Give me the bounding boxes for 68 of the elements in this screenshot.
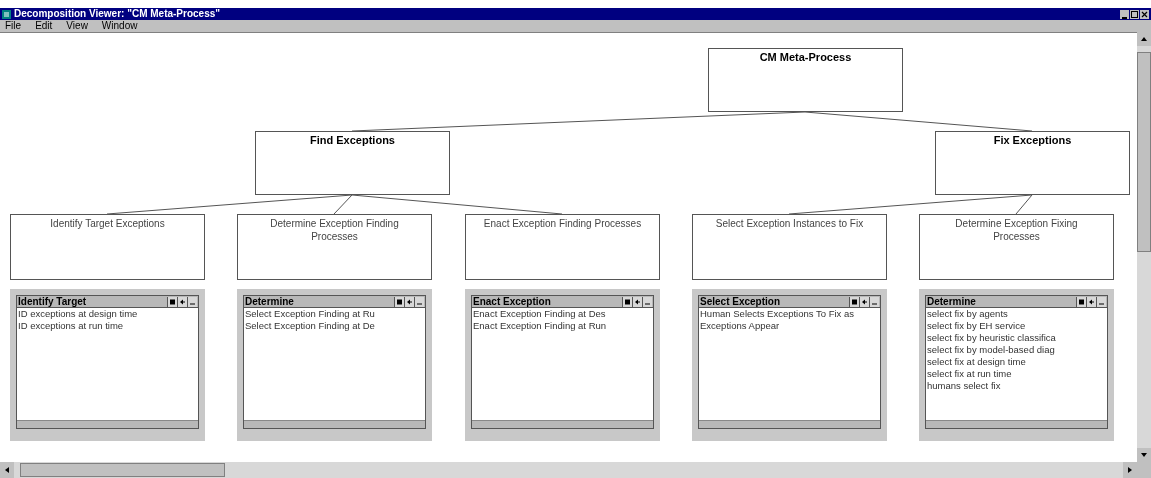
panel-title: Enact Exception: [473, 295, 552, 308]
minus-icon[interactable]: [642, 296, 652, 307]
node-label: Select Exception Instances to Fix: [715, 217, 864, 230]
list-item[interactable]: select fix by model-based diag: [927, 344, 1107, 356]
panel-title: Determine: [927, 295, 977, 308]
node-label: Enact Exception Finding Processes: [483, 217, 642, 230]
square-icon[interactable]: [167, 296, 177, 307]
panel-scrollbar[interactable]: [926, 420, 1107, 428]
panel-scrollbar[interactable]: [17, 420, 198, 428]
process-node[interactable]: Identify Target Exceptions: [10, 214, 205, 280]
list-item[interactable]: select fix at run time: [927, 368, 1107, 380]
window-title: Decomposition Viewer: "CM Meta-Process": [14, 8, 220, 20]
list-item[interactable]: Select Exception Finding at De: [245, 320, 425, 332]
menu-item[interactable]: Window: [101, 20, 138, 32]
panel-scrollbar[interactable]: [472, 420, 653, 428]
list-item[interactable]: select fix by heuristic classifica: [927, 332, 1107, 344]
process-node[interactable]: Determine Exception Fixing Processes: [919, 214, 1114, 280]
list-item[interactable]: Enact Exception Finding at Des: [473, 308, 653, 320]
list-item[interactable]: Enact Exception Finding at Run: [473, 320, 653, 332]
node-label: Identify Target Exceptions: [50, 217, 165, 230]
app-icon: [2, 9, 11, 19]
square-icon[interactable]: [1076, 296, 1086, 307]
menu-item[interactable]: View: [66, 20, 88, 32]
panel-title: Determine: [245, 295, 295, 308]
menu-item[interactable]: File: [5, 20, 22, 32]
process-node[interactable]: Select Exception Instances to Fix: [692, 214, 887, 280]
list-item[interactable]: select fix by agents: [927, 308, 1107, 320]
menu-item[interactable]: Edit: [35, 20, 53, 32]
node-label: Determine Exception Finding Processes: [269, 217, 400, 243]
minus-icon[interactable]: [1096, 296, 1106, 307]
square-icon[interactable]: [849, 296, 859, 307]
list-item[interactable]: select fix by EH service: [927, 320, 1107, 332]
horizontal-scrollbar[interactable]: [0, 462, 1151, 478]
minimize-button[interactable]: [1120, 9, 1129, 19]
panel-scrollbar[interactable]: [699, 420, 880, 428]
maximize-button[interactable]: [1130, 9, 1139, 19]
close-icon: [1141, 10, 1148, 18]
panel-title: Identify Target: [18, 295, 88, 308]
process-node[interactable]: Fix Exceptions: [935, 131, 1130, 195]
process-node[interactable]: Find Exceptions: [255, 131, 450, 195]
close-button[interactable]: [1140, 9, 1149, 19]
node-label: Find Exceptions: [310, 134, 395, 147]
square-icon[interactable]: [622, 296, 632, 307]
scroll-down-icon[interactable]: [1137, 448, 1151, 462]
scroll-thumb[interactable]: [1137, 52, 1151, 252]
list-item[interactable]: select fix at design time: [927, 356, 1107, 368]
panel-title: Select Exception: [700, 295, 782, 308]
list-item[interactable]: humans select fix: [927, 380, 1107, 392]
process-node[interactable]: Determine Exception Finding Processes: [237, 214, 432, 280]
node-label: Fix Exceptions: [993, 134, 1072, 147]
maximize-icon: [1131, 10, 1138, 18]
minus-icon[interactable]: [187, 296, 197, 307]
list-item[interactable]: Select Exception Finding at Ru: [245, 308, 425, 320]
scroll-left-icon[interactable]: [0, 462, 14, 478]
list-item[interactable]: ID exceptions at design time: [18, 308, 198, 320]
list-item[interactable]: ID exceptions at run time: [18, 320, 198, 332]
node-label: Determine Exception Fixing Processes: [954, 217, 1079, 243]
process-node[interactable]: CM Meta-Process: [708, 48, 903, 112]
square-icon[interactable]: [394, 296, 404, 307]
list-item[interactable]: Human Selects Exceptions To Fix as Exceptions Appear: [700, 308, 880, 332]
minus-icon[interactable]: [414, 296, 424, 307]
scroll-thumb[interactable]: [20, 463, 225, 477]
process-node[interactable]: Enact Exception Finding Processes: [465, 214, 660, 280]
panel-scrollbar[interactable]: [244, 420, 425, 428]
scroll-right-icon[interactable]: [1123, 462, 1137, 478]
minus-icon[interactable]: [869, 296, 879, 307]
scroll-up-icon[interactable]: [1137, 32, 1151, 46]
node-label: CM Meta-Process: [759, 51, 852, 64]
